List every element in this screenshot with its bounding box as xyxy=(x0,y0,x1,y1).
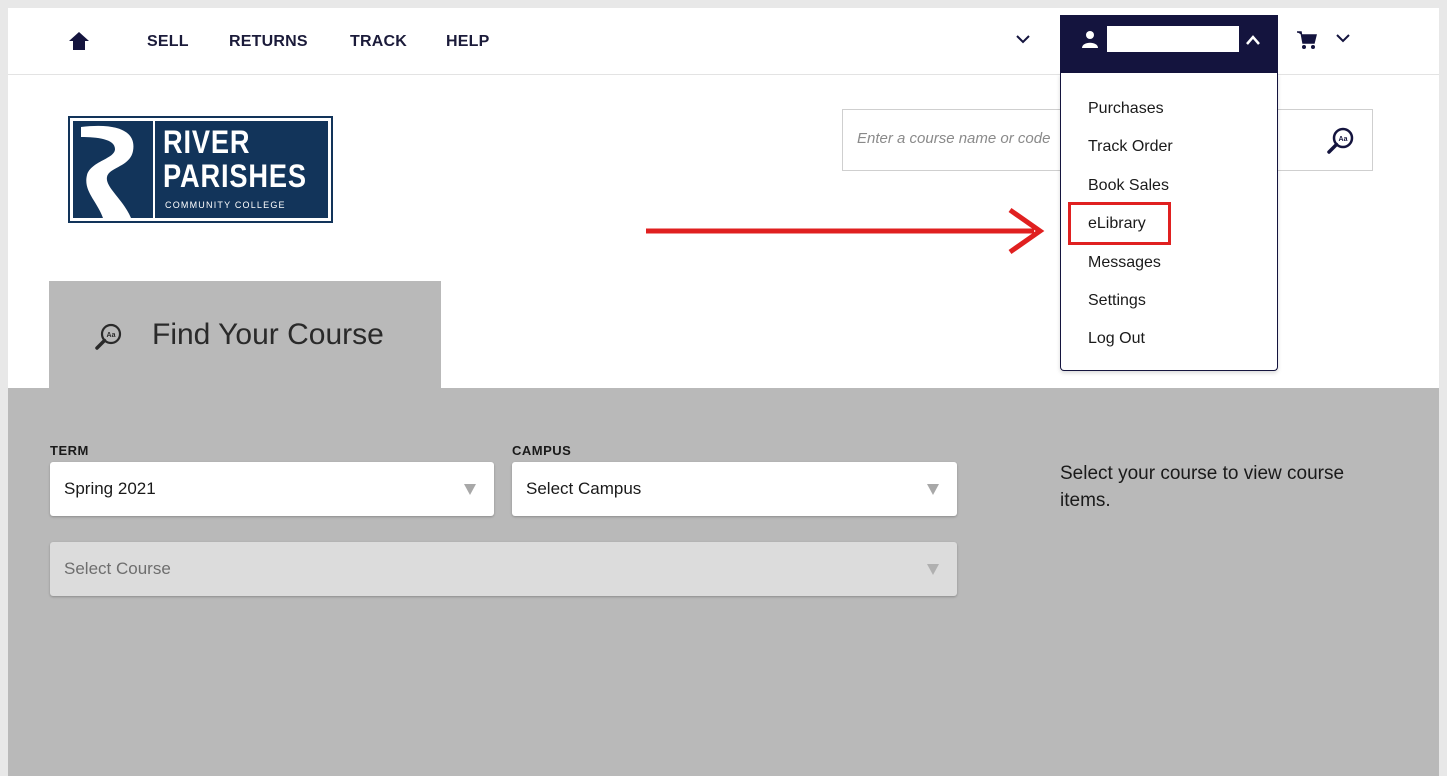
user-icon xyxy=(1082,31,1098,48)
menu-item-purchases[interactable]: Purchases xyxy=(1088,100,1164,118)
term-select-value: Spring 2021 xyxy=(64,479,156,498)
menu-item-messages[interactable]: Messages xyxy=(1088,254,1161,272)
college-logo[interactable]: RIVER PARISHES COMMUNITY COLLEGE xyxy=(68,116,333,223)
svg-text:Aa: Aa xyxy=(107,332,116,339)
caret-down-icon xyxy=(927,564,939,575)
term-label: TERM xyxy=(50,443,89,458)
cart-icon[interactable] xyxy=(1296,30,1318,50)
chevron-down-icon[interactable] xyxy=(1334,30,1352,48)
logo-divider xyxy=(153,121,155,218)
campus-select[interactable]: Select Campus xyxy=(512,462,957,516)
redacted-username xyxy=(1107,26,1239,52)
account-menu-button[interactable] xyxy=(1060,15,1278,73)
nav-link-sell[interactable]: SELL xyxy=(147,33,189,51)
menu-item-track-order[interactable]: Track Order xyxy=(1088,138,1173,156)
svg-text:Aa: Aa xyxy=(1339,136,1348,143)
course-select[interactable]: Select Course xyxy=(50,542,957,596)
helper-text: Select your course to view course items. xyxy=(1060,463,1345,511)
term-select[interactable]: Spring 2021 xyxy=(50,462,494,516)
nav-link-help[interactable]: HELP xyxy=(446,33,489,51)
annotation-highlight-box xyxy=(1068,202,1171,245)
logo-line-3: COMMUNITY COLLEGE xyxy=(165,200,286,210)
caret-down-icon xyxy=(464,484,476,495)
menu-item-book-sales[interactable]: Book Sales xyxy=(1088,177,1169,195)
chevron-up-icon xyxy=(1246,35,1260,45)
logo-line-1: RIVER xyxy=(163,124,251,160)
nav-link-track[interactable]: TRACK xyxy=(350,33,407,51)
chevron-down-icon[interactable] xyxy=(1014,30,1032,48)
tab-find-your-course[interactable]: Aa Find Your Course xyxy=(49,281,441,389)
menu-item-log-out[interactable]: Log Out xyxy=(1088,330,1145,348)
annotation-arrow xyxy=(646,207,1045,255)
logo-line-2: PARISHES xyxy=(163,158,307,194)
search-icon[interactable]: Aa xyxy=(1326,126,1356,156)
nav-link-returns[interactable]: RETURNS xyxy=(229,33,308,51)
course-search-icon: Aa xyxy=(95,323,122,350)
logo-river-mark xyxy=(81,125,134,218)
campus-label: CAMPUS xyxy=(512,443,572,458)
home-icon[interactable] xyxy=(68,30,90,52)
campus-select-value: Select Campus xyxy=(526,479,642,498)
tab-label: Find Your Course xyxy=(152,318,384,351)
menu-item-settings[interactable]: Settings xyxy=(1088,292,1146,310)
course-select-value: Select Course xyxy=(64,559,171,578)
caret-down-icon xyxy=(927,484,939,495)
